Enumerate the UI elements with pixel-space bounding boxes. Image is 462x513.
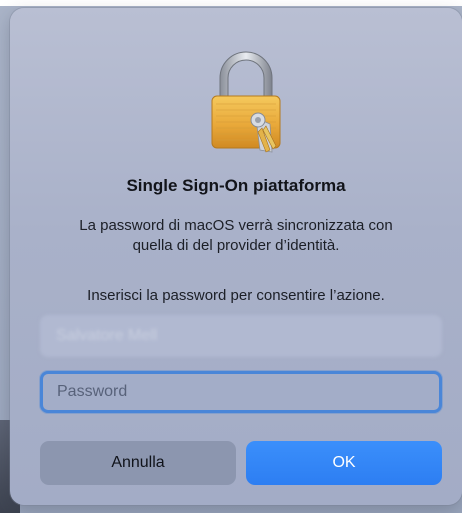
message-line-1: La password di macOS verrà sincronizzata… bbox=[79, 217, 393, 234]
password-field[interactable]: Password bbox=[40, 371, 442, 413]
password-prompt: Inserisci la password per consentire l’a… bbox=[87, 287, 385, 304]
sso-dialog: Single Sign-On piattaforma La password d… bbox=[10, 8, 462, 505]
ok-button[interactable]: OK bbox=[246, 441, 442, 485]
lock-icon bbox=[211, 51, 281, 153]
dialog-title: Single Sign-On piattaforma bbox=[126, 176, 346, 195]
message-line-2: quella di del provider d’identità. bbox=[132, 237, 340, 254]
cancel-button[interactable]: Annulla bbox=[40, 441, 236, 485]
dialog-message: La password di macOS verrà sincronizzata… bbox=[30, 216, 442, 256]
username-field[interactable]: Salvatore Mell bbox=[40, 315, 442, 357]
